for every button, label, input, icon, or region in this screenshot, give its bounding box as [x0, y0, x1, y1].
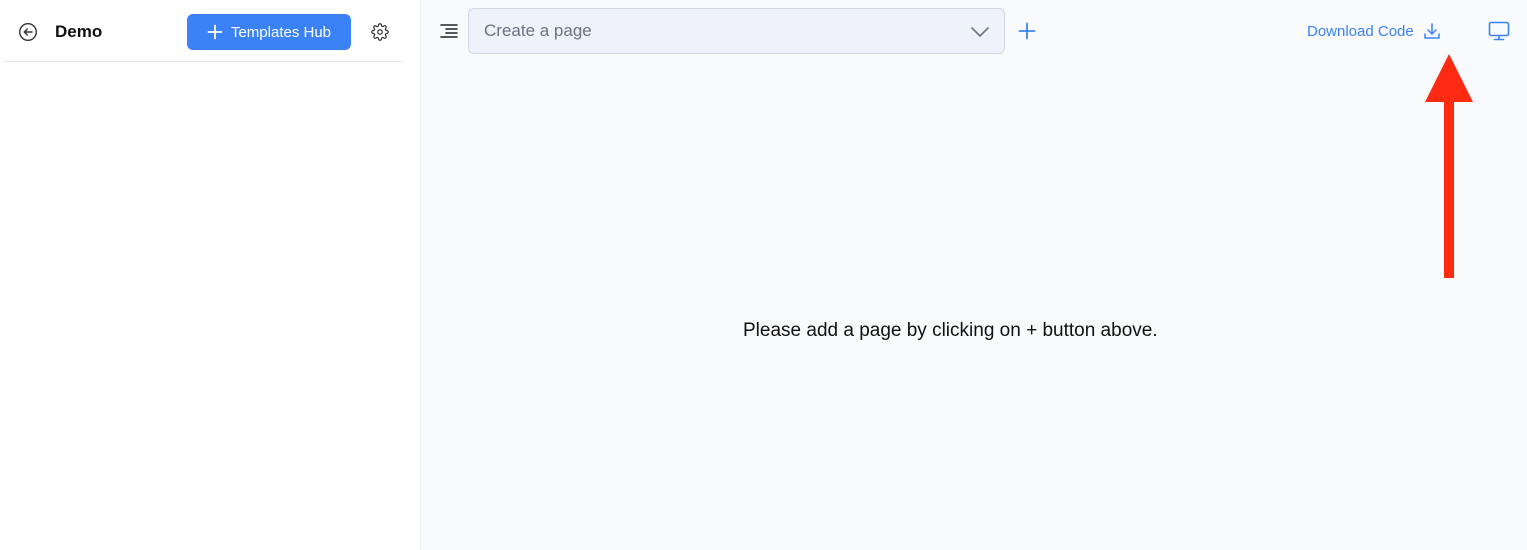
empty-state-message: Please add a page by clicking on + butto…: [743, 320, 1158, 341]
arrow-up-icon: [1425, 54, 1473, 278]
back-button[interactable]: [17, 21, 39, 43]
plus-icon: [207, 24, 223, 40]
download-icon: [1424, 23, 1440, 39]
download-code-button[interactable]: Download Code: [1307, 20, 1441, 42]
page-select-placeholder: Create a page: [484, 21, 592, 40]
page-select[interactable]: Create a page: [468, 8, 1005, 54]
page-select-toggle[interactable]: [970, 22, 990, 42]
main-canvas: Create a page Download Code Please add a…: [421, 0, 1527, 550]
add-page-button[interactable]: [1016, 20, 1038, 42]
templates-hub-button[interactable]: Templates Hub: [187, 14, 351, 50]
plus-icon: [1018, 22, 1036, 40]
align-right-lines-icon: [440, 24, 458, 38]
gear-icon: [371, 23, 389, 41]
settings-button[interactable]: [369, 21, 391, 43]
templates-hub-label: Templates Hub: [230, 23, 332, 41]
preview-button[interactable]: [1487, 19, 1511, 43]
sidebar-header: Demo Templates Hub: [4, 0, 403, 62]
sidebar: Demo Templates Hub: [0, 0, 421, 550]
menu-toggle-button[interactable]: [437, 19, 461, 43]
project-title: Demo: [55, 22, 103, 41]
download-code-label: Download Code: [1307, 22, 1414, 40]
arrow-left-circle-icon: [18, 22, 38, 42]
chevron-down-icon: [971, 27, 989, 37]
monitor-icon: [1488, 21, 1510, 41]
